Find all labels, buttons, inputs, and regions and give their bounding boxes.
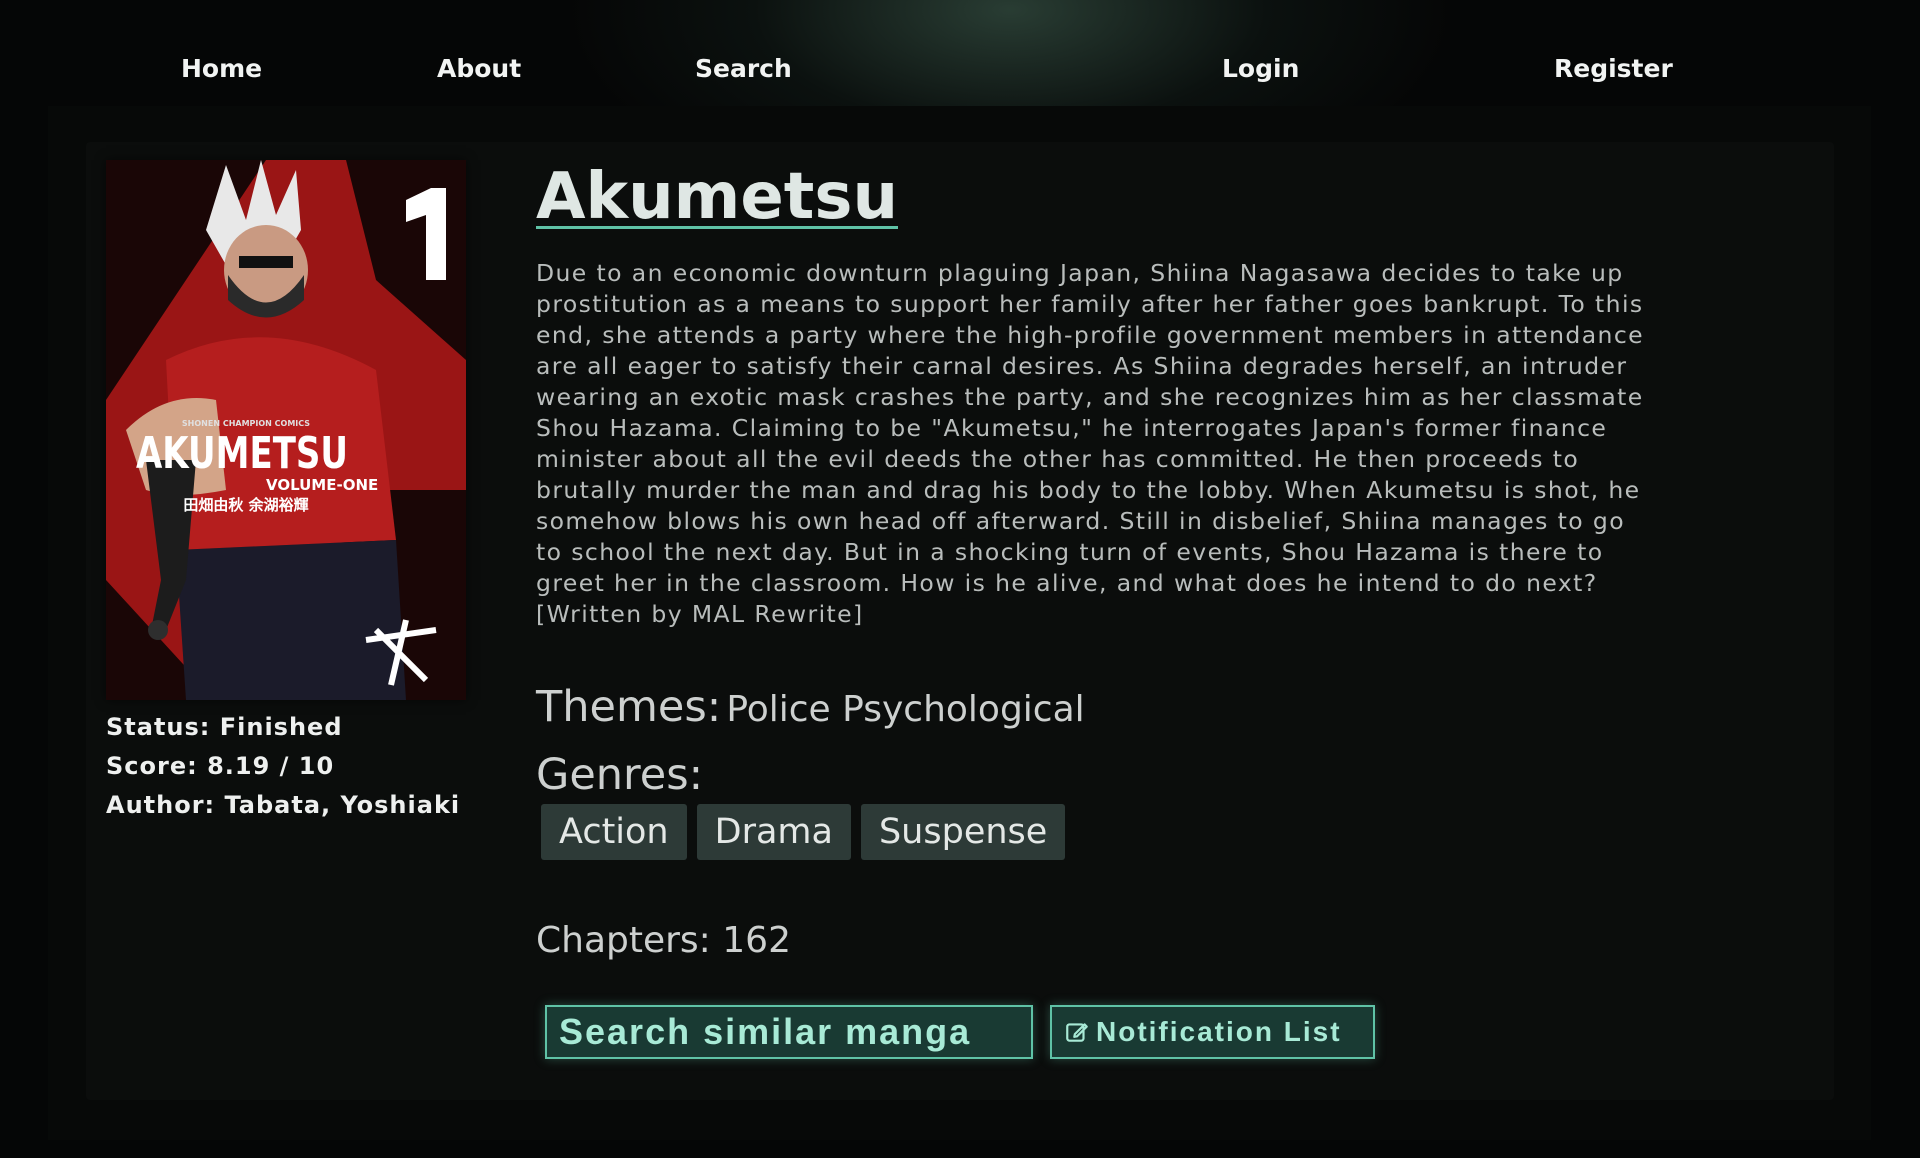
genres-label: Genres: xyxy=(536,750,704,800)
genre-chip-action[interactable]: Action xyxy=(541,804,687,860)
cover-logo-text: AKUMETSU xyxy=(136,428,348,479)
cover-volume-text: VOLUME-ONE xyxy=(266,476,378,494)
nav-login-link[interactable]: Login xyxy=(1222,54,1299,83)
score-text: Score: 8.19 / 10 xyxy=(106,752,335,780)
notification-list-label: Notification List xyxy=(1096,1016,1342,1047)
author-text: Author: Tabata, Yoshiaki xyxy=(106,791,461,819)
nav-about-link[interactable]: About xyxy=(437,54,521,83)
search-similar-button[interactable]: Search similar manga xyxy=(545,1005,1033,1059)
status-text: Status: Finished xyxy=(106,713,343,741)
themes-value: Police Psychological xyxy=(726,689,1085,730)
themes-row: Themes: Police Psychological xyxy=(536,682,1085,732)
nav-search-link[interactable]: Search xyxy=(695,54,792,83)
manga-cover-image: SHONEN CHAMPION COMICS AKUMETSU VOLUME-O… xyxy=(106,160,466,700)
chapters-count: Chapters: 162 xyxy=(536,920,791,961)
themes-label: Themes: xyxy=(536,682,722,732)
cover-imprint-text: SHONEN CHAMPION COMICS xyxy=(182,419,310,428)
manga-title[interactable]: Akumetsu xyxy=(536,160,898,234)
cover-art: SHONEN CHAMPION COMICS AKUMETSU VOLUME-O… xyxy=(106,160,466,700)
top-nav: Home About Search Login Register xyxy=(0,0,1920,105)
genres-list: Action Drama Suspense xyxy=(541,804,1066,860)
edit-icon xyxy=(1066,1023,1088,1042)
manga-meta: Status: Finished Score: 8.19 / 10 Author… xyxy=(106,710,460,827)
nav-home-link[interactable]: Home xyxy=(181,54,262,83)
nav-register-link[interactable]: Register xyxy=(1554,54,1673,83)
genre-chip-drama[interactable]: Drama xyxy=(696,804,851,860)
manga-synopsis: Due to an economic downturn plaguing Jap… xyxy=(536,259,1645,628)
search-similar-label: Search similar manga xyxy=(559,1011,972,1052)
genre-chip-suspense[interactable]: Suspense xyxy=(860,804,1066,860)
notification-list-button[interactable]: Notification List xyxy=(1050,1005,1375,1059)
cover-credits-text: 田畑由秋 余湖裕輝 xyxy=(183,496,308,514)
